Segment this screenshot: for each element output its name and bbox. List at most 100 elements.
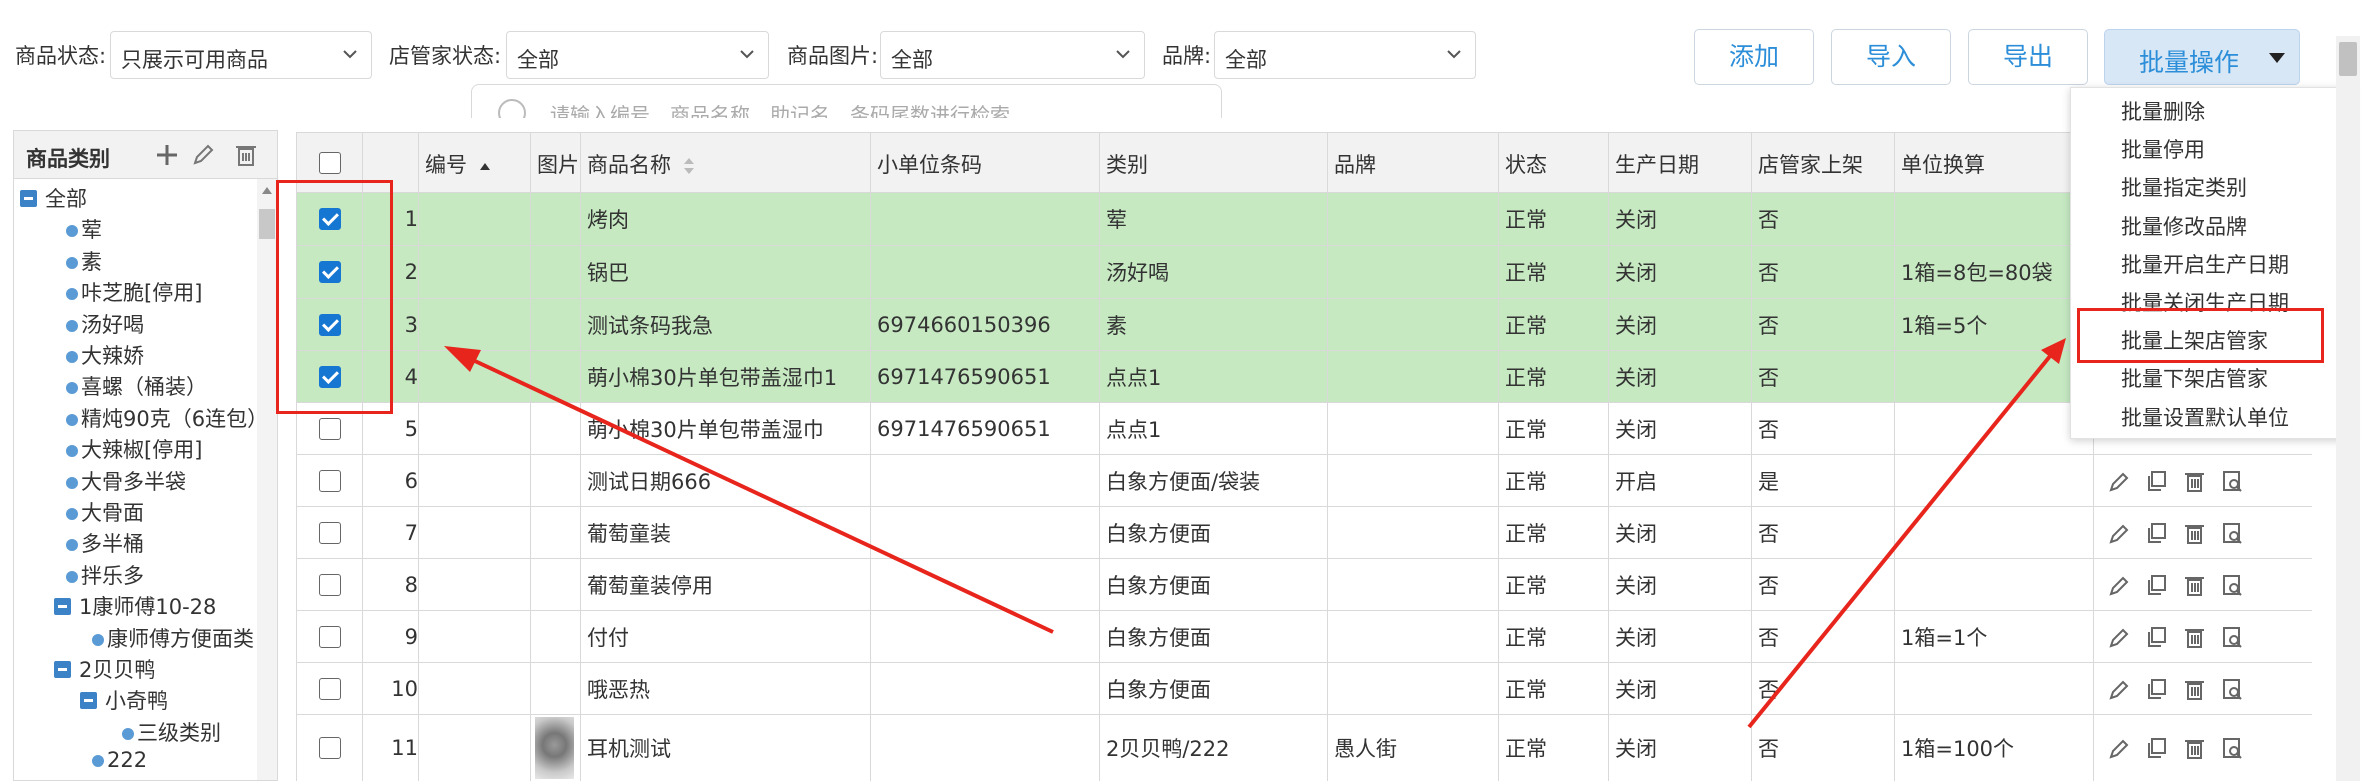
scroll-up-arrow-icon[interactable]: [262, 187, 272, 194]
tree-node[interactable]: 咔芝脆[停用]: [66, 277, 202, 307]
view-icon[interactable]: [2220, 677, 2244, 701]
import-button[interactable]: 导入: [1831, 29, 1951, 85]
tree-node[interactable]: 精炖90克（6连包）: [66, 403, 268, 433]
copy-icon[interactable]: [2144, 677, 2168, 701]
add-category-icon[interactable]: [153, 141, 181, 169]
search-input[interactable]: 请输入编号、商品名称、助记名、条码尾数进行检索: [471, 84, 1222, 118]
table-row[interactable]: 8 葡萄童装停用 白象方便面 正常 关闭否: [297, 559, 2312, 611]
copy-icon[interactable]: [2144, 625, 2168, 649]
menu-item[interactable]: 批量修改品牌: [2121, 211, 2247, 241]
copy-icon[interactable]: [2144, 736, 2168, 760]
table-row[interactable]: 7 葡萄童装 白象方便面 正常 关闭否: [297, 507, 2312, 559]
tree-node[interactable]: 大骨多半袋: [66, 466, 186, 496]
batch-operation-menu: 批量删除 批量停用 批量指定类别 批量修改品牌 批量开启生产日期 批量关闭生产日期 批量上架…: [2070, 87, 2353, 439]
edit-icon[interactable]: [2106, 521, 2130, 545]
delete-icon[interactable]: [2182, 736, 2206, 760]
edit-icon[interactable]: [2106, 625, 2130, 649]
tree-node[interactable]: 素: [66, 246, 102, 276]
menu-item[interactable]: 批量指定类别: [2121, 172, 2247, 202]
row-checkbox[interactable]: [318, 677, 341, 700]
table-row[interactable]: 6 测试日期666 白象方便面/袋装 正常 开启是: [297, 455, 2312, 507]
delete-icon[interactable]: [2182, 521, 2206, 545]
edit-icon[interactable]: [2106, 677, 2130, 701]
header-name[interactable]: 商品名称: [581, 133, 871, 193]
delete-icon[interactable]: [2182, 625, 2206, 649]
tree-node[interactable]: 三级类别: [122, 717, 221, 747]
page-scroll-thumb[interactable]: [2339, 42, 2357, 76]
tree-node[interactable]: 全部: [20, 183, 87, 213]
scroll-thumb[interactable]: [259, 209, 275, 239]
menu-item[interactable]: 批量删除: [2121, 96, 2205, 126]
table-row[interactable]: 4 萌小棉30片单包带盖湿巾1 6971476590651 点点1 正常 关闭否: [297, 351, 2312, 403]
delete-category-icon[interactable]: [232, 141, 260, 169]
table-row[interactable]: 10 哦恶热 白象方便面 正常 关闭否: [297, 663, 2312, 715]
cell-prod-date: 关闭: [1609, 403, 1752, 454]
tree-node[interactable]: 荤: [66, 214, 102, 244]
table-row[interactable]: 2 锅巴 汤好喝 正常 关闭否 1箱=8包=80袋: [297, 246, 2312, 299]
tree-node[interactable]: 小奇鸭: [80, 685, 168, 715]
row-checkbox[interactable]: [318, 417, 341, 440]
row-checkbox[interactable]: [318, 625, 341, 648]
edit-icon[interactable]: [2106, 573, 2130, 597]
collapse-icon[interactable]: [54, 660, 71, 678]
keeper-status-select[interactable]: 全部: [506, 31, 769, 79]
cell-number: [419, 246, 531, 298]
tree-node[interactable]: 多半桶: [66, 528, 144, 558]
delete-icon[interactable]: [2182, 677, 2206, 701]
tree-node[interactable]: 喜螺（桶装）: [66, 371, 207, 401]
table-row[interactable]: 1 烤肉荤正常 关闭否: [297, 193, 2312, 246]
select-all-checkbox[interactable]: [318, 152, 341, 174]
cell-keeper: 否: [1752, 507, 1895, 558]
menu-item[interactable]: 批量设置默认单位: [2121, 402, 2289, 432]
tree-node[interactable]: 1康师傅10-28: [54, 591, 216, 621]
row-checkbox[interactable]: [318, 521, 341, 544]
view-icon[interactable]: [2220, 736, 2244, 760]
copy-icon[interactable]: [2144, 573, 2168, 597]
bullet-icon: [66, 413, 78, 426]
collapse-icon[interactable]: [80, 691, 97, 709]
copy-icon[interactable]: [2144, 521, 2168, 545]
table-row[interactable]: 3 测试条码我急 6974660150396 素正常 关闭否 1箱=5个: [297, 299, 2312, 351]
tree-node[interactable]: 大辣椒[停用]: [66, 434, 202, 464]
view-icon[interactable]: [2220, 573, 2244, 597]
menu-item[interactable]: 批量下架店管家: [2121, 363, 2268, 393]
delete-icon[interactable]: [2182, 469, 2206, 493]
delete-icon[interactable]: [2182, 573, 2206, 597]
view-icon[interactable]: [2220, 625, 2244, 649]
export-button[interactable]: 导出: [1968, 29, 2088, 85]
collapse-icon[interactable]: [20, 189, 37, 207]
tree-node[interactable]: 康师傅方便面类: [92, 623, 254, 653]
menu-item[interactable]: 批量开启生产日期: [2121, 249, 2289, 279]
view-icon[interactable]: [2220, 469, 2244, 493]
edit-category-icon[interactable]: [189, 141, 217, 169]
cell-barcode: [871, 507, 1100, 558]
collapse-icon[interactable]: [54, 597, 71, 615]
page-scrollbar[interactable]: [2336, 36, 2360, 781]
menu-item[interactable]: 批量停用: [2121, 134, 2205, 164]
batch-operation-button[interactable]: 批量操作: [2104, 29, 2300, 85]
tree-node[interactable]: 大骨面: [66, 497, 144, 527]
table-row[interactable]: 11 耳机测试 2贝贝鸭/222 愚人街 正常 关闭否 1箱=100个: [297, 715, 2312, 781]
edit-icon[interactable]: [2106, 469, 2130, 493]
tree-node[interactable]: 222: [92, 748, 147, 772]
sidebar-scrollbar[interactable]: [257, 179, 277, 780]
edit-icon[interactable]: [2106, 736, 2130, 760]
brand-select[interactable]: 全部: [1214, 31, 1476, 79]
tree-node[interactable]: 拌乐多: [66, 560, 144, 590]
tree-node[interactable]: 2贝贝鸭: [54, 654, 155, 684]
row-checkbox[interactable]: [318, 573, 341, 596]
view-icon[interactable]: [2220, 521, 2244, 545]
add-button[interactable]: 添加: [1694, 29, 1814, 85]
product-thumbnail[interactable]: [535, 717, 574, 779]
product-status-select[interactable]: 只展示可用商品: [110, 31, 372, 79]
table-row[interactable]: 5 萌小棉30片单包带盖湿巾 6971476590651 点点1 正常 关闭否: [297, 403, 2312, 455]
copy-icon[interactable]: [2144, 469, 2168, 493]
bullet-icon: [66, 351, 78, 363]
header-number[interactable]: 编号: [419, 133, 531, 193]
row-checkbox[interactable]: [318, 469, 341, 492]
tree-node[interactable]: 汤好喝: [66, 309, 144, 339]
table-row[interactable]: 9 付付 白象方便面 正常 关闭否 1箱=1个: [297, 611, 2312, 663]
product-image-select[interactable]: 全部: [880, 31, 1145, 79]
tree-node[interactable]: 大辣娇: [66, 340, 144, 370]
row-checkbox[interactable]: [318, 737, 341, 759]
